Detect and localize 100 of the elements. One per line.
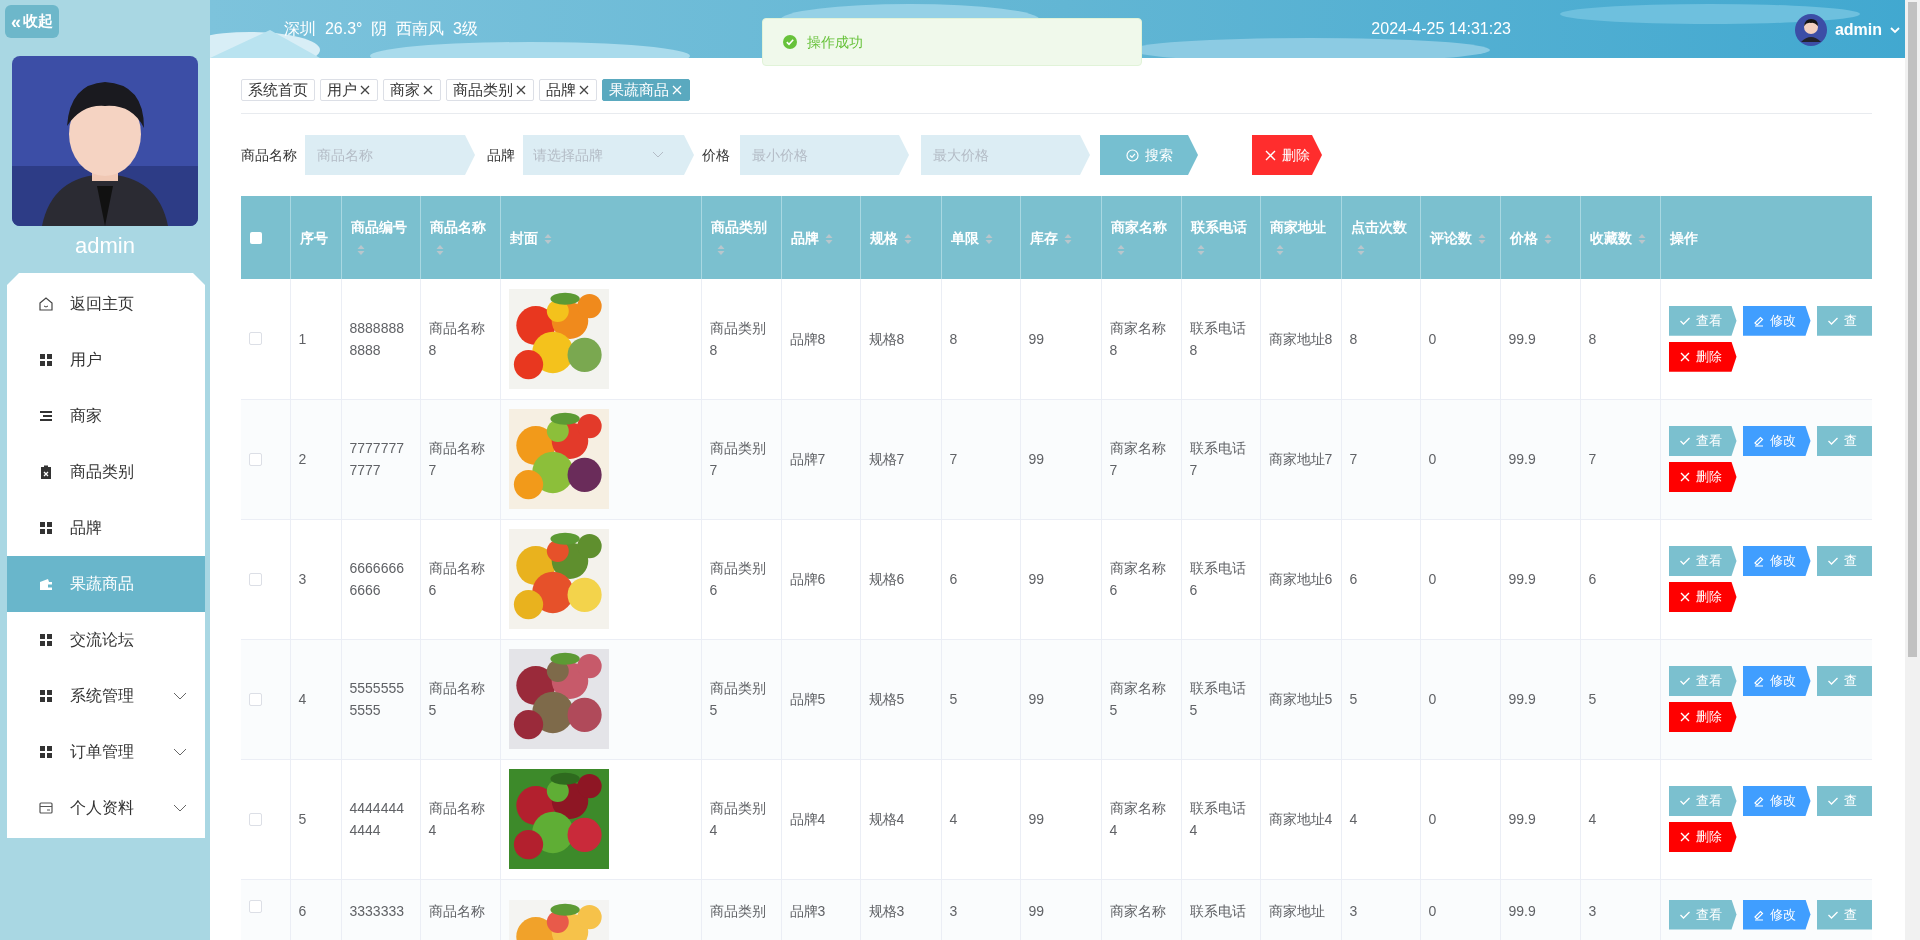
close-icon[interactable]	[578, 84, 590, 96]
column-header[interactable]: 商品编号	[350, 218, 407, 235]
column-header[interactable]: 单限	[950, 229, 979, 246]
edit-button[interactable]: 修改	[1742, 899, 1811, 930]
column-header[interactable]: 规格	[869, 229, 898, 246]
sort-icon[interactable]	[903, 232, 912, 245]
filter-label: 价格	[702, 145, 730, 165]
sidebar-item[interactable]: 返回主页	[7, 276, 205, 332]
sidebar-item[interactable]: 订单管理	[7, 724, 205, 780]
checkbox[interactable]	[249, 332, 262, 346]
column-header[interactable]: 价格	[1509, 229, 1538, 246]
sort-icon[interactable]	[984, 232, 993, 245]
view-button[interactable]: 查看	[1668, 546, 1737, 576]
delete-button[interactable]: 删除	[1668, 341, 1737, 372]
edit-button[interactable]: 修改	[1742, 546, 1811, 576]
close-icon[interactable]	[515, 84, 527, 96]
sidebar-item[interactable]: 商家	[7, 388, 205, 444]
sidebar-item[interactable]: 品牌	[7, 500, 205, 556]
view-button[interactable]: 查	[1816, 305, 1871, 336]
sort-icon[interactable]	[1637, 232, 1646, 245]
search-button[interactable]: 搜索	[1100, 135, 1198, 175]
checkbox[interactable]	[249, 572, 262, 586]
sort-icon[interactable]	[356, 243, 365, 256]
view-button[interactable]: 查	[1816, 426, 1871, 456]
column-header[interactable]: 序号	[299, 229, 328, 246]
edit-button[interactable]: 修改	[1742, 426, 1811, 456]
column-header[interactable]: 点击次数	[1350, 218, 1407, 235]
sort-icon[interactable]	[435, 243, 444, 256]
tab[interactable]: 品牌	[539, 79, 597, 101]
sidebar-item[interactable]: 个人资料	[7, 780, 205, 836]
sort-icon[interactable]	[1477, 232, 1486, 245]
view-button[interactable]: 查	[1816, 899, 1871, 930]
view-button[interactable]: 查	[1816, 546, 1871, 576]
table-cell: 商家地址4	[1268, 811, 1333, 827]
sidebar-item[interactable]: 用户	[7, 332, 205, 388]
view-button[interactable]: 查	[1816, 786, 1871, 816]
view-button[interactable]: 查看	[1668, 305, 1737, 336]
collapse-button[interactable]: «收起	[5, 5, 59, 38]
column-header[interactable]: 品牌	[790, 229, 819, 246]
checkbox[interactable]	[249, 692, 262, 706]
table-cell: 商家名称7	[1109, 440, 1166, 478]
table-cell: 4	[949, 811, 958, 827]
chevron-down-icon[interactable]	[1890, 26, 1900, 34]
table-cell: 品牌8	[789, 330, 826, 347]
tab[interactable]: 系统首页	[241, 79, 315, 101]
delete-button[interactable]: 删除	[1252, 135, 1322, 175]
sidebar-item[interactable]: 系统管理	[7, 668, 205, 724]
table-cell: 商家地址	[1268, 902, 1325, 919]
column-header[interactable]: 商家地址	[1269, 218, 1326, 235]
sort-icon[interactable]	[1116, 243, 1125, 256]
tab[interactable]: 用户	[320, 79, 378, 101]
checkbox[interactable]	[249, 812, 262, 826]
sidebar-item[interactable]: 交流论坛	[7, 612, 205, 668]
table-cell: 5	[949, 691, 958, 707]
column-header[interactable]: 商品类别	[710, 218, 767, 235]
view-button[interactable]: 查	[1816, 666, 1871, 696]
delete-button[interactable]: 删除	[1668, 702, 1737, 732]
column-header[interactable]: 库存	[1029, 229, 1058, 246]
scrollbar[interactable]	[1905, 0, 1920, 940]
tab[interactable]: 果蔬商品	[602, 79, 690, 101]
view-button[interactable]: 查看	[1668, 786, 1737, 816]
column-header[interactable]: 商家名称	[1110, 218, 1167, 235]
sort-icon[interactable]	[1275, 243, 1284, 256]
table-cell: 6	[1588, 571, 1597, 587]
pen-icon	[1752, 435, 1765, 447]
tab[interactable]: 商品类别	[446, 79, 534, 101]
sort-icon[interactable]	[1356, 243, 1365, 256]
delete-button[interactable]: 删除	[1668, 582, 1737, 612]
column-header[interactable]: 收藏数	[1589, 229, 1632, 246]
close-icon[interactable]	[359, 84, 371, 96]
sort-icon[interactable]	[824, 232, 833, 245]
edit-button[interactable]: 修改	[1742, 305, 1811, 336]
column-header[interactable]: 封面	[509, 229, 538, 246]
grid-icon	[38, 632, 54, 648]
sort-icon[interactable]	[1196, 243, 1205, 256]
column-header[interactable]: 操作	[1669, 229, 1698, 246]
user-name[interactable]: admin	[1834, 18, 1882, 42]
sort-icon[interactable]	[716, 243, 725, 256]
sort-icon[interactable]	[543, 232, 552, 245]
edit-button[interactable]: 修改	[1742, 786, 1811, 816]
edit-button[interactable]: 修改	[1742, 666, 1811, 696]
sort-icon[interactable]	[1543, 232, 1552, 245]
checkbox[interactable]	[250, 231, 262, 244]
view-button[interactable]: 查看	[1668, 426, 1737, 456]
column-header[interactable]: 联系电话	[1190, 218, 1247, 235]
column-header[interactable]: 评论数	[1429, 229, 1472, 246]
column-header[interactable]: 商品名称	[429, 218, 486, 235]
sort-icon[interactable]	[1063, 232, 1072, 245]
checkbox[interactable]	[249, 899, 262, 913]
close-icon[interactable]	[422, 84, 434, 96]
delete-button[interactable]: 删除	[1668, 462, 1737, 492]
tab[interactable]: 商家	[383, 79, 441, 101]
table-cell: 0	[1428, 451, 1437, 467]
table-cell: 99	[1028, 330, 1045, 347]
checkbox[interactable]	[249, 452, 262, 466]
view-button[interactable]: 查看	[1668, 666, 1737, 696]
sidebar-item[interactable]: 商品类别	[7, 444, 205, 500]
view-button[interactable]: 查看	[1668, 899, 1737, 930]
sidebar-item[interactable]: 果蔬商品	[7, 556, 205, 612]
delete-button[interactable]: 删除	[1668, 822, 1737, 852]
